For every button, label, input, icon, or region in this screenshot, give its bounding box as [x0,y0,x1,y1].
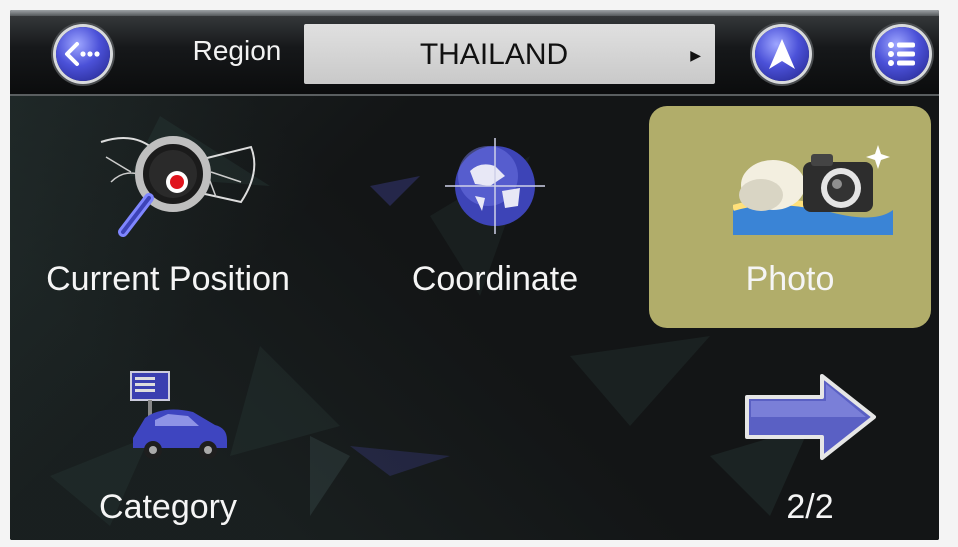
navigation-arrow-icon [767,37,797,71]
car-sign-icon [123,370,233,469]
tile-coordinate[interactable]: Coordinate [345,108,645,323]
camera-icon [732,140,903,244]
back-ellipsis-icon [63,40,103,68]
tile-label: Category [99,488,237,526]
globe-icon [440,136,550,245]
tile-photo[interactable]: Photo [649,106,931,328]
tile-current-position[interactable]: Current Position [18,108,318,323]
page-indicator: 2/2 [786,488,834,526]
tile-category[interactable]: Category [18,358,318,538]
region-label: Region [192,35,282,66]
map-magnifier-icon [91,122,261,251]
back-button[interactable] [56,27,110,81]
region-arrow-icon: ▶ [690,47,701,63]
menu-grid: Current Position Coordinate Photo Catego… [10,96,939,540]
menu-button[interactable] [875,27,929,81]
list-menu-icon [887,41,917,67]
tile-label: Photo [745,260,835,298]
next-page-arrow-icon [742,372,882,471]
navigate-button[interactable] [755,27,809,81]
tile-label: Coordinate [411,260,579,298]
device-screen: Region THAILAND ▶ Current Position Coord… [10,10,939,540]
next-page-button[interactable]: 2/2 [710,358,910,538]
region-value: THAILAND [419,38,569,71]
region-selector[interactable]: THAILAND ▶ [304,24,715,84]
top-bar: Region THAILAND ▶ [10,10,939,96]
tile-label: Current Position [46,260,290,298]
